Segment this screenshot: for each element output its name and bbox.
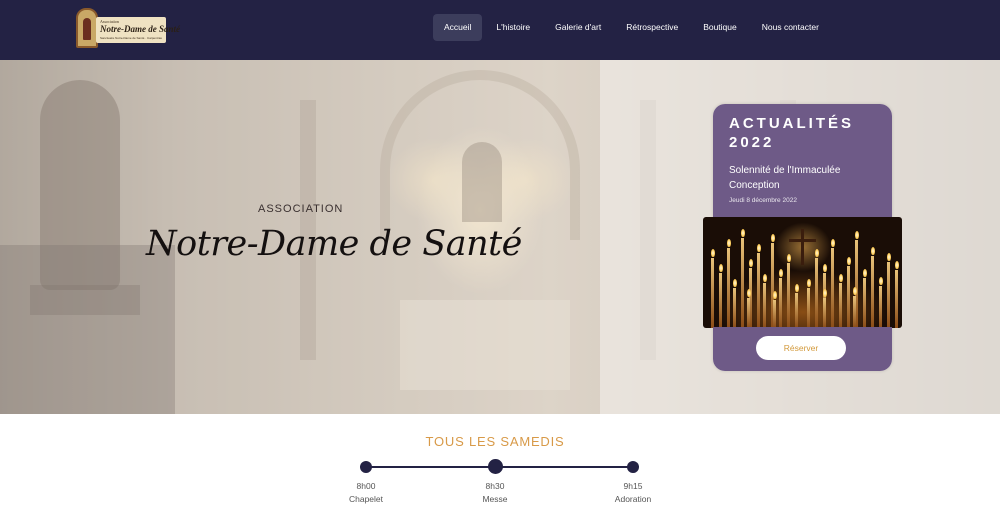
hero-title: Notre-Dame de Santé <box>146 224 522 264</box>
candle-flame <box>822 289 827 297</box>
candle-flame <box>732 279 737 287</box>
nav-galerie[interactable]: Galerie d'art <box>544 14 612 41</box>
schedule-label: Adoration <box>614 494 652 504</box>
candle <box>741 238 744 328</box>
candle-flame <box>740 229 745 237</box>
news-card: ACTUALITÉS 2022 Solennité de l'Immaculée… <box>703 104 902 371</box>
candle-flame <box>854 231 859 239</box>
news-subtitle: Solennité de l'Immaculée Conception <box>729 165 841 191</box>
candle <box>839 283 842 328</box>
candle-flame <box>894 261 899 269</box>
candle-flame <box>746 289 751 297</box>
timeline-dot <box>627 461 639 473</box>
candle-flame <box>718 264 723 272</box>
candle-flame <box>852 287 857 295</box>
schedule-label: Messe <box>482 494 508 504</box>
candle-flame <box>878 277 883 285</box>
candle-flame <box>770 234 775 242</box>
site-logo[interactable]: Association Notre-Dame de Santé Sanctuai… <box>76 8 180 48</box>
news-date: Jeudi 8 décembre 2022 <box>729 197 797 204</box>
nav-accueil[interactable]: Accueil <box>433 14 483 41</box>
schedule-time: 9h15 <box>623 481 643 491</box>
candle <box>831 248 834 328</box>
candle-flame <box>710 249 715 257</box>
reserve-button[interactable]: Réserver <box>756 336 846 360</box>
candle-flame <box>846 257 851 265</box>
logo-name: Notre-Dame de Santé <box>100 24 180 34</box>
timeline-dot <box>360 461 372 473</box>
candle <box>719 273 722 328</box>
candle <box>787 263 790 328</box>
candle-flame <box>778 269 783 277</box>
timeline-dot <box>488 459 503 474</box>
candle <box>807 288 810 328</box>
candle-flame <box>838 274 843 282</box>
candle-flame <box>822 264 827 272</box>
schedule-time: 8h30 <box>485 481 505 491</box>
nav-histoire[interactable]: L'histoire <box>485 14 541 41</box>
candle <box>763 283 766 328</box>
candle-flame <box>806 279 811 287</box>
schedule-time: 8h00 <box>356 481 376 491</box>
candle-flame <box>870 247 875 255</box>
news-card-footer: Réserver <box>713 327 892 371</box>
candle-flame <box>726 239 731 247</box>
candle <box>779 278 782 328</box>
candle-flame <box>748 259 753 267</box>
candle <box>823 298 826 328</box>
schedule-item: 8h30 Messe <box>455 480 535 505</box>
candle <box>711 258 714 328</box>
schedule-label: Chapelet <box>348 494 384 504</box>
madonna-icon <box>76 8 98 48</box>
candle-flame <box>772 291 777 299</box>
site-header: Association Notre-Dame de Santé Sanctuai… <box>0 0 1000 60</box>
candle <box>773 300 776 328</box>
main-nav: Accueil L'histoire Galerie d'art Rétrosp… <box>433 14 833 41</box>
nav-retrospective[interactable]: Rétrospective <box>615 14 689 41</box>
logo-subtext: Sanctuaire Notre-Dame de Santé · Carpent… <box>100 36 162 40</box>
candle <box>879 286 882 328</box>
candle-flame <box>862 269 867 277</box>
cross-icon-bar <box>789 239 816 242</box>
candle <box>847 266 850 328</box>
candle <box>795 293 798 328</box>
candle-flame <box>794 284 799 292</box>
candle <box>757 253 760 328</box>
candle <box>895 270 898 328</box>
nav-contact[interactable]: Nous contacter <box>751 14 830 41</box>
schedule-item: 8h00 Chapelet <box>326 480 406 505</box>
nav-boutique[interactable]: Boutique <box>692 14 748 41</box>
candle-flame <box>756 244 761 252</box>
hero-kicker: ASSOCIATION <box>258 203 344 215</box>
schedule-title: TOUS LES SAMEDIS <box>425 434 565 449</box>
candle <box>727 248 730 328</box>
candle <box>815 258 818 328</box>
candle-flame <box>786 254 791 262</box>
candle <box>887 262 890 328</box>
cross-icon <box>801 229 804 265</box>
candle <box>733 288 736 328</box>
candle <box>871 256 874 328</box>
news-heading: ACTUALITÉS 2022 <box>729 115 854 151</box>
candle <box>863 278 866 328</box>
logo-plate: Association Notre-Dame de Santé Sanctuai… <box>96 17 180 43</box>
candles-image <box>703 217 902 328</box>
candle-flame <box>886 253 891 261</box>
candle-flame <box>762 274 767 282</box>
candle-flame <box>814 249 819 257</box>
candle-flame <box>830 239 835 247</box>
news-card-header: ACTUALITÉS 2022 Solennité de l'Immaculée… <box>713 104 892 223</box>
schedule-item: 9h15 Adoration <box>593 480 673 505</box>
candle <box>747 298 750 328</box>
candle <box>853 296 856 328</box>
